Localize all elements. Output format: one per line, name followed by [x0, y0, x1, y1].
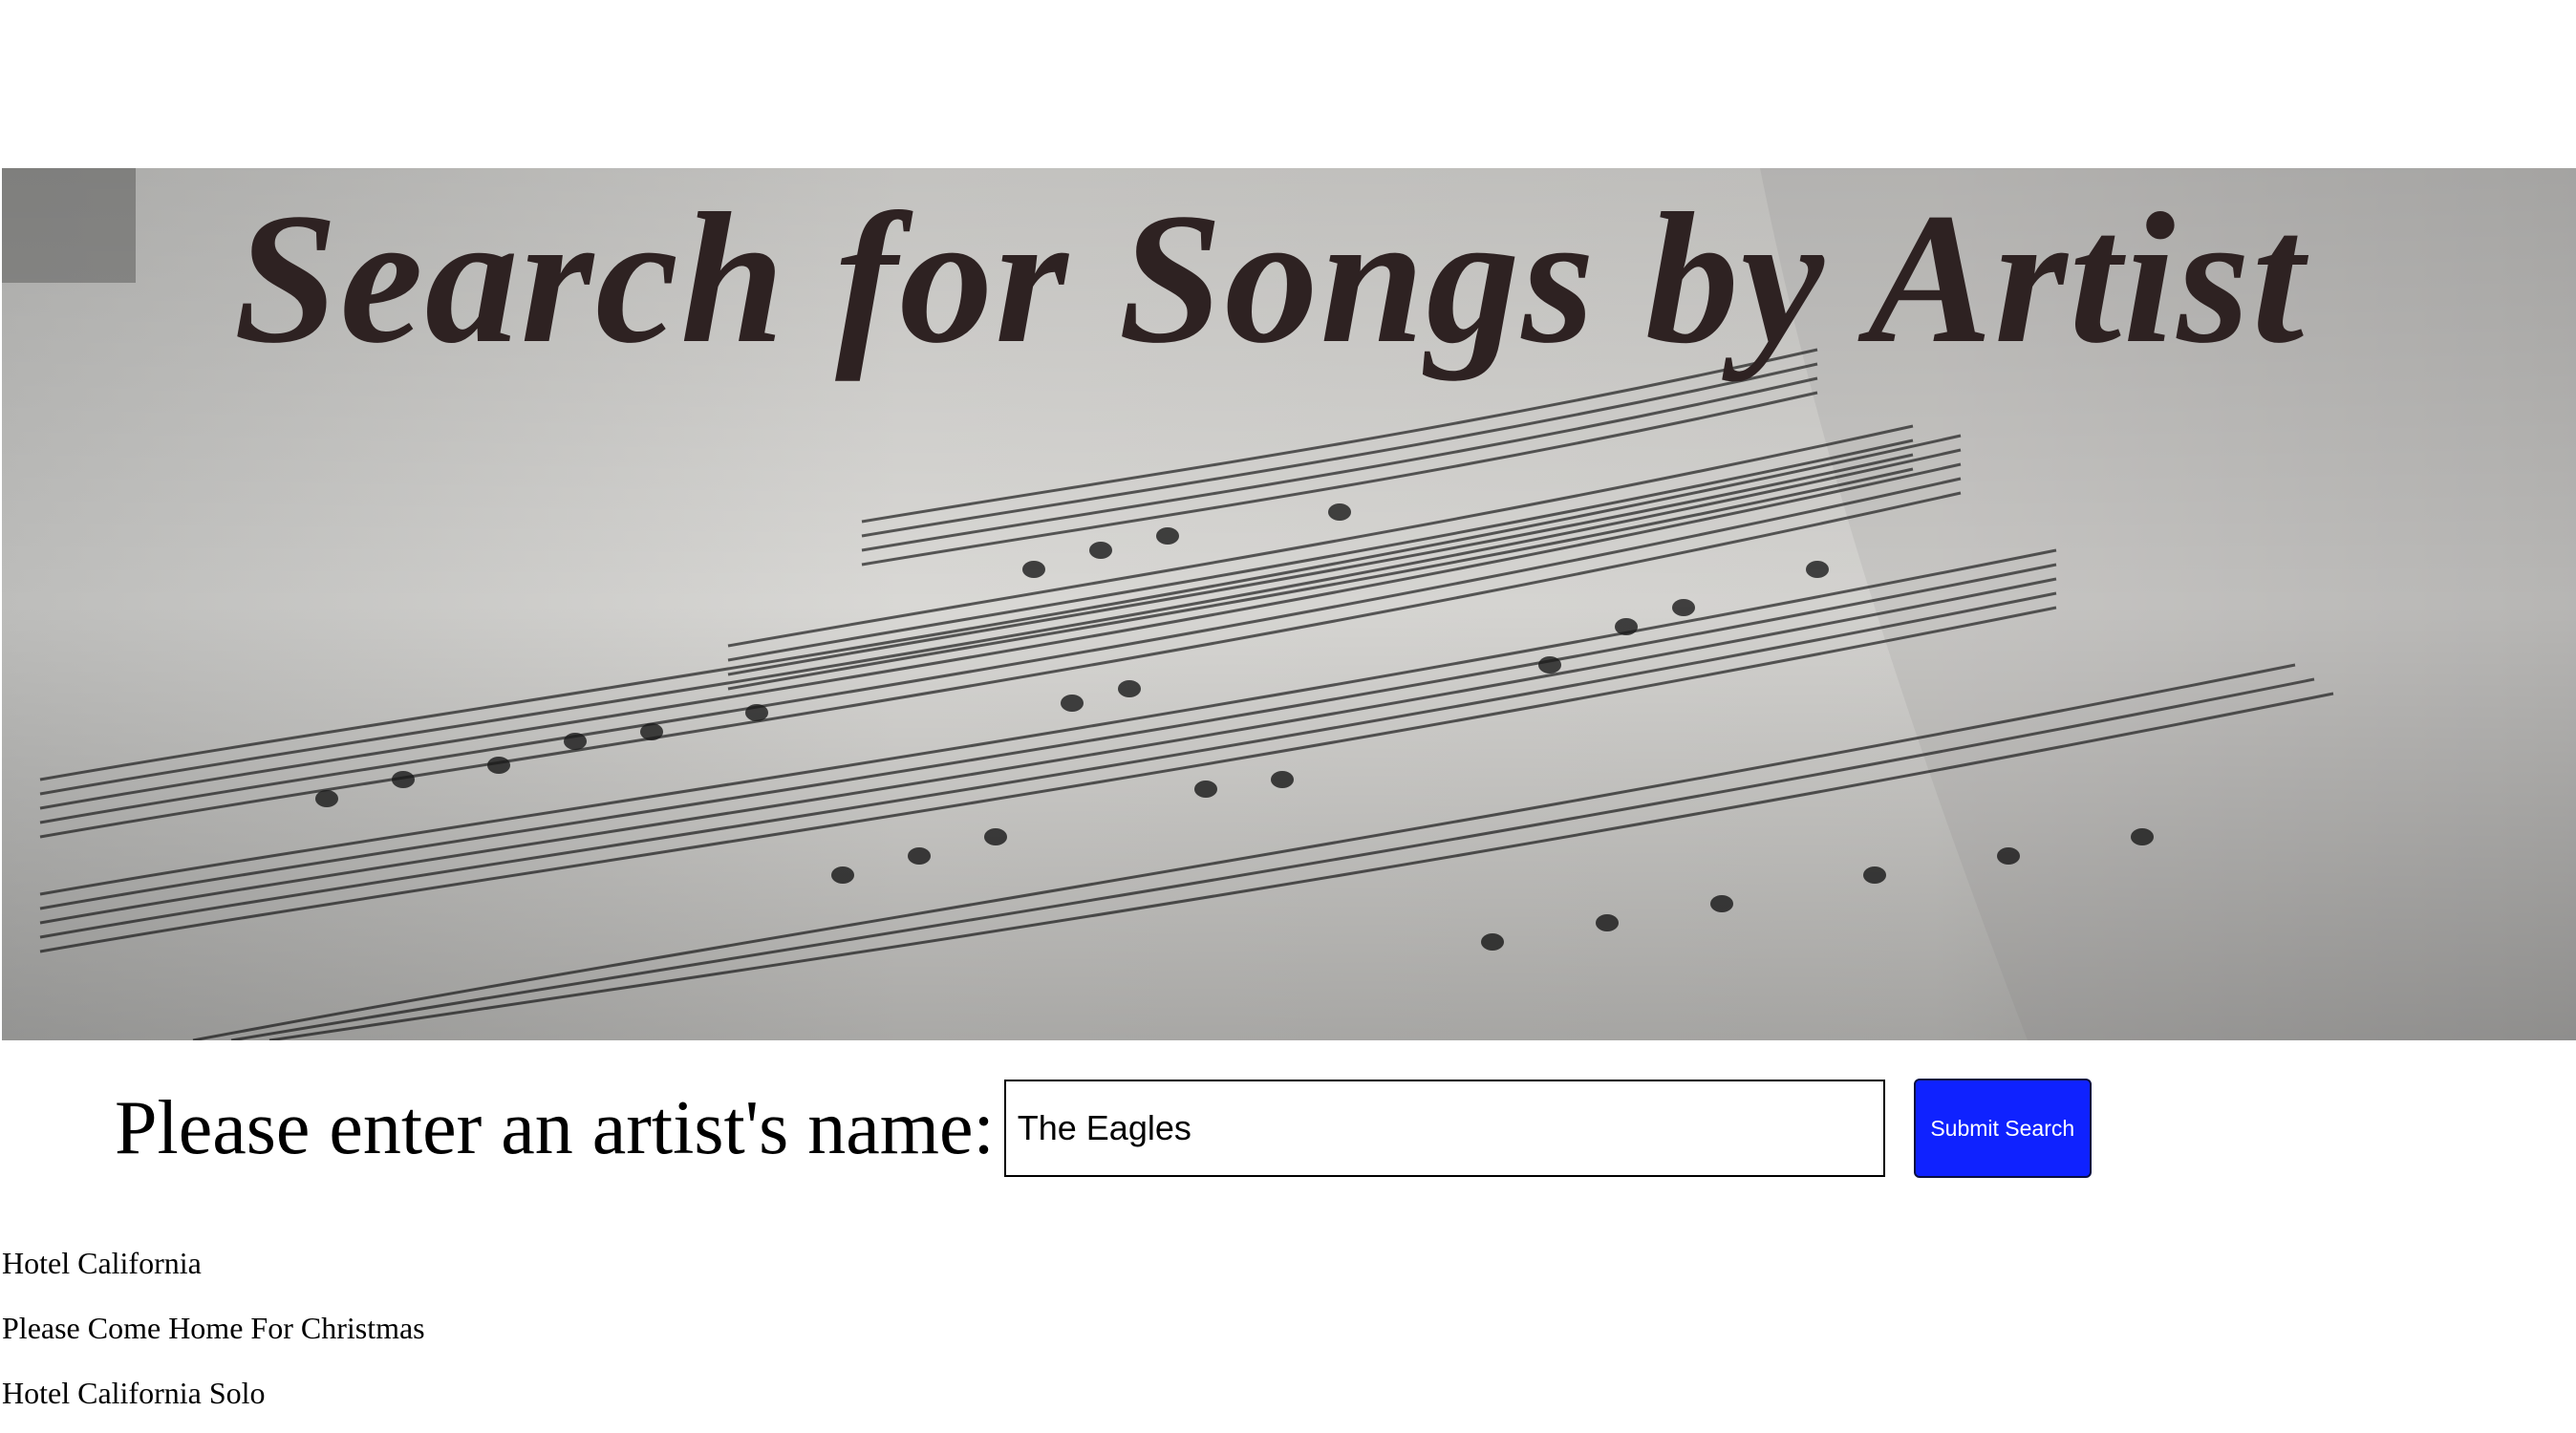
artist-search-input[interactable] [1003, 1080, 1885, 1177]
hero-banner: Search for Songs by Artist [2, 168, 2576, 1040]
search-form: Please enter an artist's name: Submit Se… [115, 1078, 2092, 1179]
submit-search-button[interactable]: Submit Search [1913, 1079, 2092, 1178]
result-item: Please Come Home For Christmas [2, 1311, 425, 1345]
results-list: Hotel California Please Come Home For Ch… [2, 1238, 425, 1433]
page-title: Search for Songs by Artist [233, 175, 2307, 382]
result-item: Hotel California [2, 1246, 202, 1280]
result-item: Hotel California Solo [2, 1376, 266, 1410]
search-label: Please enter an artist's name: [115, 1085, 995, 1170]
